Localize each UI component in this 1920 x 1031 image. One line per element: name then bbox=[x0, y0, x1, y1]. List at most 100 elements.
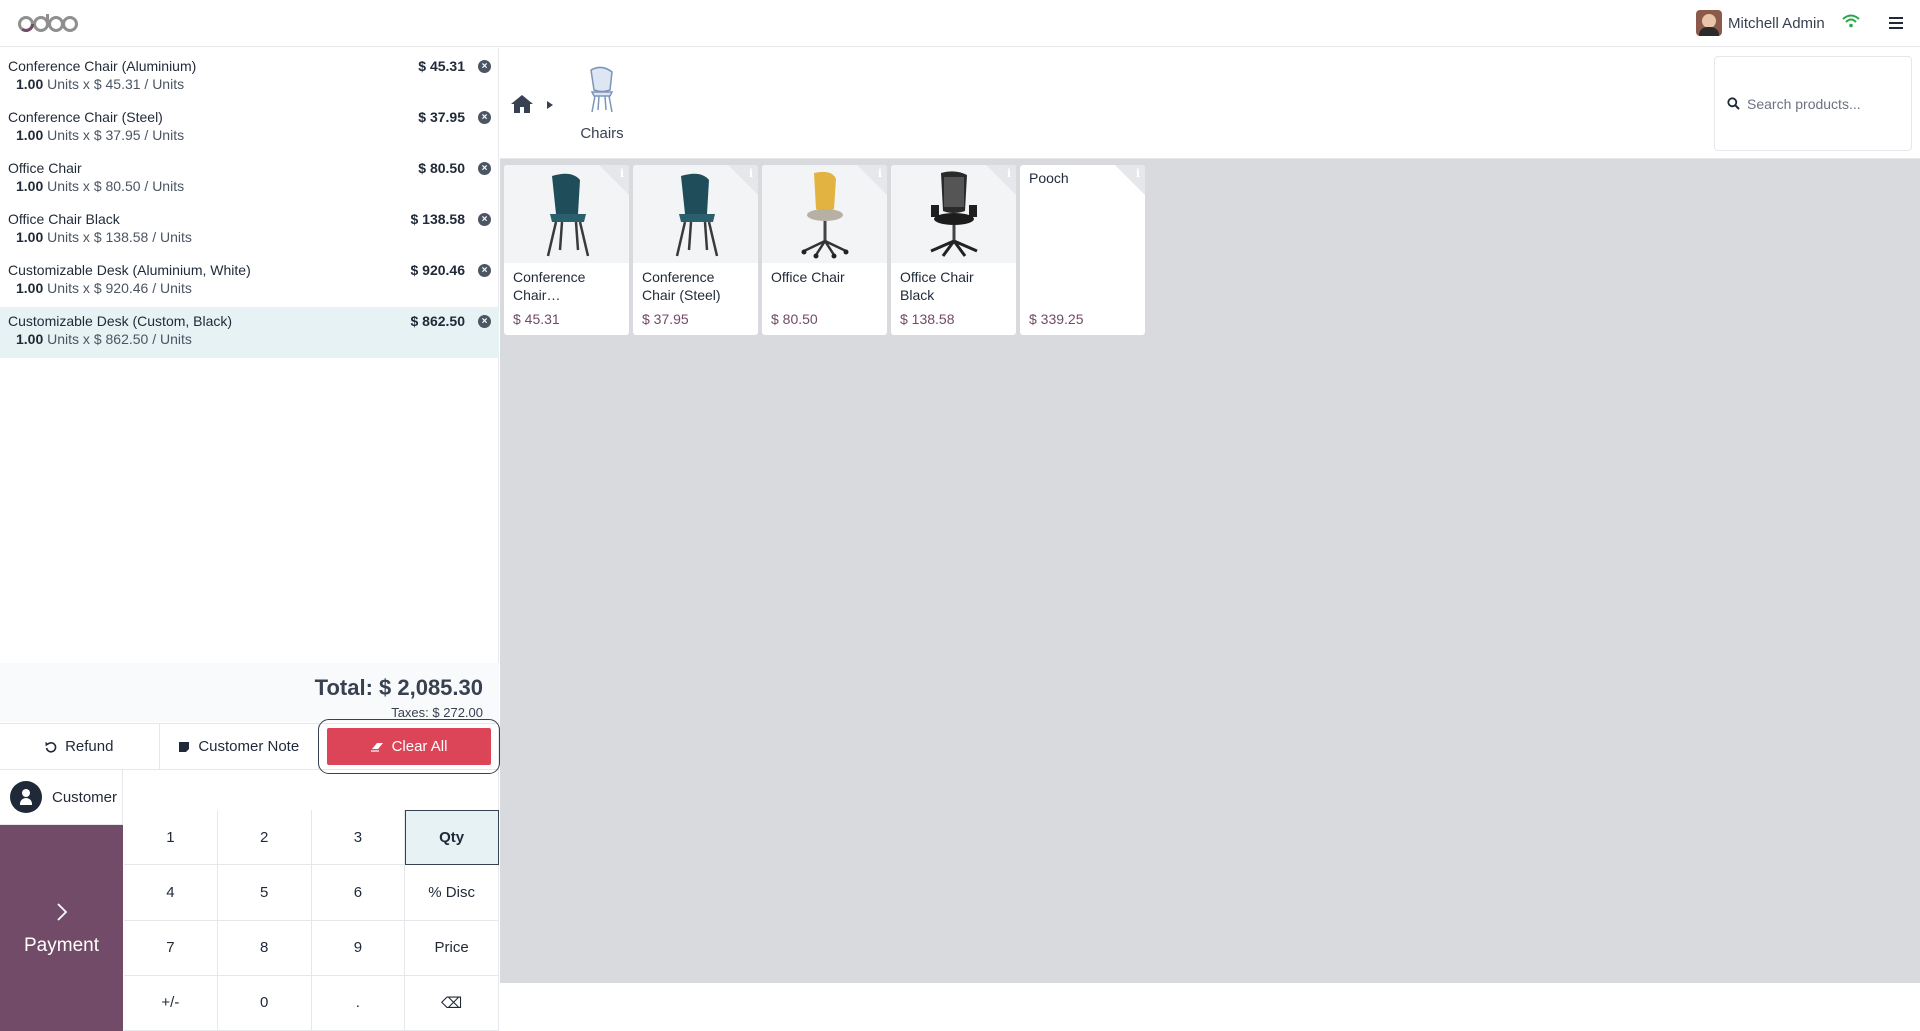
customer-button[interactable]: Customer bbox=[0, 770, 123, 825]
order-actions: Refund Customer Note Clear All bbox=[0, 719, 500, 774]
order-line[interactable]: Office Chair Black $ 138.58 × 1.00 Units x … bbox=[0, 205, 499, 256]
product-card[interactable]: i Office Chair $ 80.50 bbox=[762, 165, 887, 335]
user-menu[interactable]: Mitchell Admin bbox=[1696, 10, 1825, 36]
product-card[interactable]: i Pooch $ 339.25 bbox=[1020, 165, 1145, 335]
category-label: Chairs bbox=[580, 125, 624, 142]
note-icon bbox=[179, 741, 190, 752]
numpad-key[interactable]: 4 bbox=[124, 865, 218, 921]
chevron-right-icon bbox=[56, 899, 68, 925]
numpad-key[interactable]: 8 bbox=[217, 920, 312, 976]
remove-line-icon[interactable]: × bbox=[478, 162, 491, 175]
order-line-unit-detail: Units x $ 80.50 / Units bbox=[47, 178, 185, 194]
order-line-price: $ 138.58 bbox=[410, 211, 466, 227]
info-icon[interactable]: i bbox=[878, 167, 882, 180]
info-icon[interactable]: i bbox=[1007, 167, 1011, 180]
order-line[interactable]: Conference Chair (Aluminium) $ 45.31 × 1.00… bbox=[0, 52, 499, 103]
order-line-qty: 1.00 bbox=[16, 178, 44, 194]
numpad-key[interactable]: Price bbox=[405, 920, 499, 976]
numpad-key[interactable]: 7 bbox=[124, 920, 218, 976]
user-name: Mitchell Admin bbox=[1728, 14, 1825, 32]
remove-line-icon[interactable]: × bbox=[478, 60, 491, 73]
order-line[interactable]: Office Chair $ 80.50 × 1.00 Units x $ 80.50… bbox=[0, 154, 499, 205]
numpad-key[interactable]: 1 bbox=[124, 810, 218, 866]
home-icon[interactable] bbox=[510, 94, 534, 119]
numpad-key[interactable]: 3 bbox=[311, 810, 406, 866]
numpad-key[interactable]: 2 bbox=[217, 810, 312, 866]
product-card[interactable]: i Conference Chair… $ 45.31 bbox=[504, 165, 629, 335]
info-icon[interactable]: i bbox=[749, 167, 753, 180]
payment-button[interactable]: Payment bbox=[0, 825, 123, 1031]
numpad-key[interactable]: 0 bbox=[217, 975, 312, 1031]
search-input[interactable] bbox=[1747, 91, 1905, 117]
product-info-corner bbox=[857, 165, 887, 195]
numpad-key[interactable]: Qty bbox=[405, 810, 499, 866]
order-taxes: Taxes: $ 272.00 bbox=[391, 705, 483, 720]
numpad-key[interactable]: 9 bbox=[311, 920, 406, 976]
product-info-corner bbox=[599, 165, 629, 195]
order-line-price: $ 37.95 bbox=[418, 109, 465, 125]
product-price: $ 80.50 bbox=[771, 311, 818, 327]
remove-line-icon[interactable]: × bbox=[478, 111, 491, 124]
hamburger-menu-icon[interactable] bbox=[1888, 15, 1904, 36]
product-name: Office Chair bbox=[771, 269, 845, 285]
customer-note-button[interactable]: Customer Note bbox=[159, 724, 319, 769]
order-line-name: Customizable Desk (Aluminium, White) bbox=[8, 262, 251, 278]
product-screen: Chairs i Conference Chair… $ 45.31 i Confere… bbox=[500, 48, 1920, 983]
top-bar: Mitchell Admin bbox=[0, 0, 1920, 47]
remove-line-icon[interactable]: × bbox=[478, 213, 491, 226]
order-line-price: $ 920.46 bbox=[410, 262, 466, 278]
order-line-name: Conference Chair (Steel) bbox=[8, 109, 163, 125]
remove-line-icon[interactable]: × bbox=[478, 315, 491, 328]
product-price: $ 339.25 bbox=[1029, 311, 1084, 327]
order-line-name: Office Chair Black bbox=[8, 211, 120, 227]
search-box[interactable] bbox=[1714, 56, 1912, 151]
order-line-unit-detail: Units x $ 138.58 / Units bbox=[47, 229, 192, 245]
numpad-key[interactable]: % Disc bbox=[405, 865, 499, 921]
product-info-corner bbox=[986, 165, 1016, 195]
refund-label: Refund bbox=[65, 738, 114, 755]
customer-note-label: Customer Note bbox=[198, 738, 300, 755]
wifi-icon bbox=[1842, 14, 1860, 33]
chair-icon bbox=[590, 66, 614, 113]
refund-button[interactable]: Refund bbox=[0, 724, 160, 769]
control-bar: Chairs bbox=[500, 48, 1920, 159]
order-panel: Conference Chair (Aluminium) $ 45.31 × 1.00… bbox=[0, 48, 500, 1031]
info-icon[interactable]: i bbox=[620, 167, 624, 180]
order-line-qty: 1.00 bbox=[16, 331, 44, 347]
order-line-name: Customizable Desk (Custom, Black) bbox=[8, 313, 233, 329]
product-name: Conference Chair (Steel) bbox=[642, 269, 721, 303]
numpad-key[interactable]: 5 bbox=[217, 865, 312, 921]
order-line-detail: 1.00 Units x $ 138.58 / Units bbox=[16, 229, 192, 245]
order-summary: Total: $ 2,085.30 Taxes: $ 272.00 bbox=[0, 663, 499, 722]
remove-line-icon[interactable]: × bbox=[478, 264, 491, 277]
user-icon bbox=[10, 781, 42, 813]
order-line-name: Office Chair bbox=[8, 160, 82, 176]
product-price: $ 37.95 bbox=[642, 311, 689, 327]
order-line-unit-detail: Units x $ 37.95 / Units bbox=[47, 127, 185, 143]
order-line-unit-detail: Units x $ 862.50 / Units bbox=[47, 331, 192, 347]
order-line-price: $ 45.31 bbox=[418, 58, 465, 74]
clear-all-button[interactable]: Clear All bbox=[318, 719, 500, 774]
order-line-detail: 1.00 Units x $ 920.46 / Units bbox=[16, 280, 192, 296]
order-line[interactable]: Customizable Desk (Aluminium, White) $ 92… bbox=[0, 256, 499, 307]
order-line-qty: 1.00 bbox=[16, 127, 44, 143]
numpad: 1 2 3 Qty 4 5 6% Disc 7 8 9 Price +/- 0. ⌫ bbox=[124, 810, 499, 1031]
order-total: Total: $ 2,085.30 bbox=[314, 675, 483, 700]
odoo-logo bbox=[18, 9, 78, 37]
search-icon bbox=[1727, 97, 1740, 110]
product-card[interactable]: i Office Chair Black $ 138.58 bbox=[891, 165, 1016, 335]
numpad-key[interactable]: 6 bbox=[311, 865, 406, 921]
order-line-qty: 1.00 bbox=[16, 76, 44, 92]
numpad-key[interactable]: ⌫ bbox=[405, 975, 499, 1031]
customer-label: Customer bbox=[52, 788, 118, 806]
order-line-unit-detail: Units x $ 45.31 / Units bbox=[47, 76, 185, 92]
order-line-name: Conference Chair (Aluminium) bbox=[8, 58, 197, 74]
numpad-key[interactable]: . bbox=[311, 975, 406, 1031]
order-line[interactable]: Customizable Desk (Custom, Black) $ 862.5… bbox=[0, 307, 499, 358]
clear-all-label: Clear All bbox=[391, 738, 448, 755]
product-card[interactable]: i Conference Chair (Steel) $ 37.95 bbox=[633, 165, 758, 335]
product-price: $ 45.31 bbox=[513, 311, 560, 327]
category-chairs[interactable]: Chairs bbox=[575, 66, 629, 142]
order-line[interactable]: Conference Chair (Steel) $ 37.95 × 1.00 Uni… bbox=[0, 103, 499, 154]
numpad-key[interactable]: +/- bbox=[124, 975, 218, 1031]
